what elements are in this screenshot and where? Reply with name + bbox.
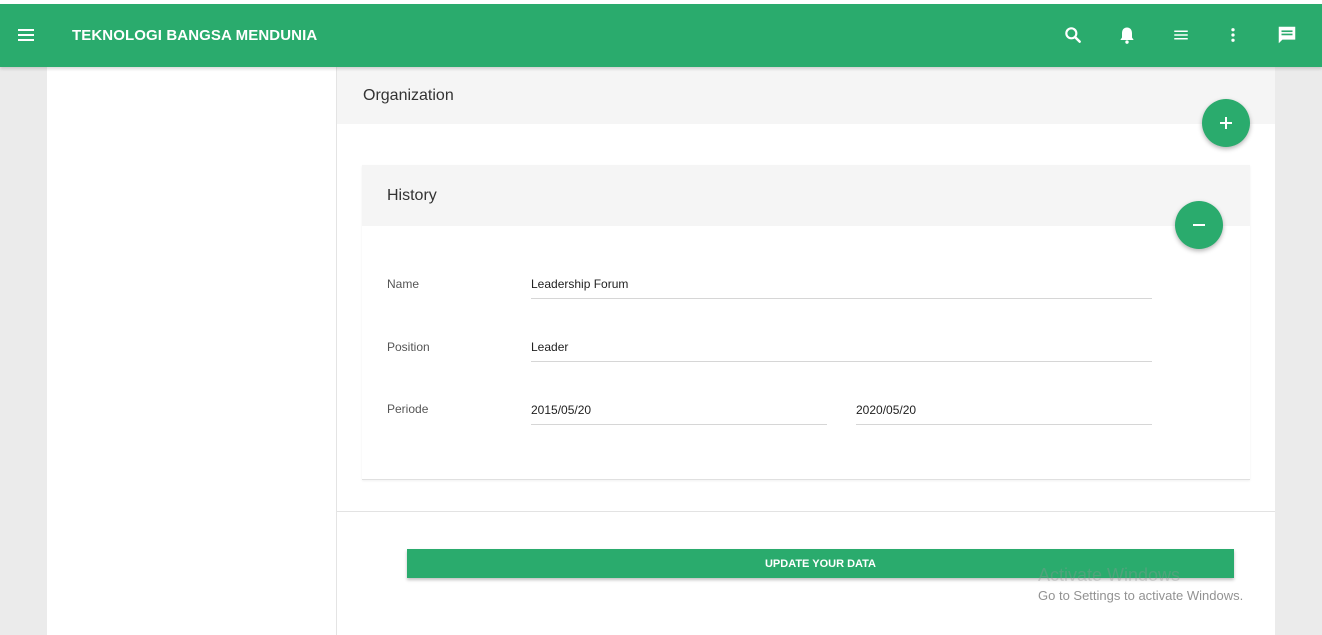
plus-icon xyxy=(1220,117,1232,129)
hamburger-menu-icon[interactable] xyxy=(18,24,40,46)
chat-icon[interactable] xyxy=(1273,21,1301,49)
app-bar: TEKNOLOGI BANGSA MENDUNIA xyxy=(0,4,1322,67)
more-vert-icon[interactable] xyxy=(1219,21,1247,49)
search-icon[interactable] xyxy=(1059,21,1087,49)
add-organization-button[interactable] xyxy=(1202,99,1250,147)
left-gutter xyxy=(0,67,47,635)
history-header: History xyxy=(362,165,1250,226)
section-divider xyxy=(337,511,1275,512)
name-label: Name xyxy=(387,277,420,291)
app-title: TEKNOLOGI BANGSA MENDUNIA xyxy=(72,27,318,44)
bell-icon[interactable] xyxy=(1113,21,1141,49)
watermark-title: Activate Windows xyxy=(1038,565,1181,585)
history-title: History xyxy=(387,187,437,204)
main-content: Organization History Name Leadership For… xyxy=(337,67,1275,635)
position-label: Position xyxy=(387,340,430,354)
periode-end-field[interactable]: 2020/05/20 xyxy=(856,397,1152,425)
list-icon[interactable] xyxy=(1167,21,1195,49)
periode-start-field[interactable]: 2015/05/20 xyxy=(531,397,827,425)
remove-history-button[interactable] xyxy=(1175,201,1223,249)
watermark-subtitle: Go to Settings to activate Windows. xyxy=(1038,588,1244,603)
right-gutter xyxy=(1275,67,1322,635)
minus-icon xyxy=(1193,224,1205,226)
periode-label: Periode xyxy=(387,402,429,416)
position-field[interactable]: Leader xyxy=(531,334,1152,362)
sidebar xyxy=(47,67,337,635)
organization-title: Organization xyxy=(363,87,454,104)
history-card: History Name Leadership Forum Position L… xyxy=(362,165,1250,480)
windows-activation-watermark: Activate Windows Go to Settings to activ… xyxy=(1038,565,1243,603)
name-field[interactable]: Leadership Forum xyxy=(531,271,1152,299)
organization-header: Organization xyxy=(337,67,1275,124)
